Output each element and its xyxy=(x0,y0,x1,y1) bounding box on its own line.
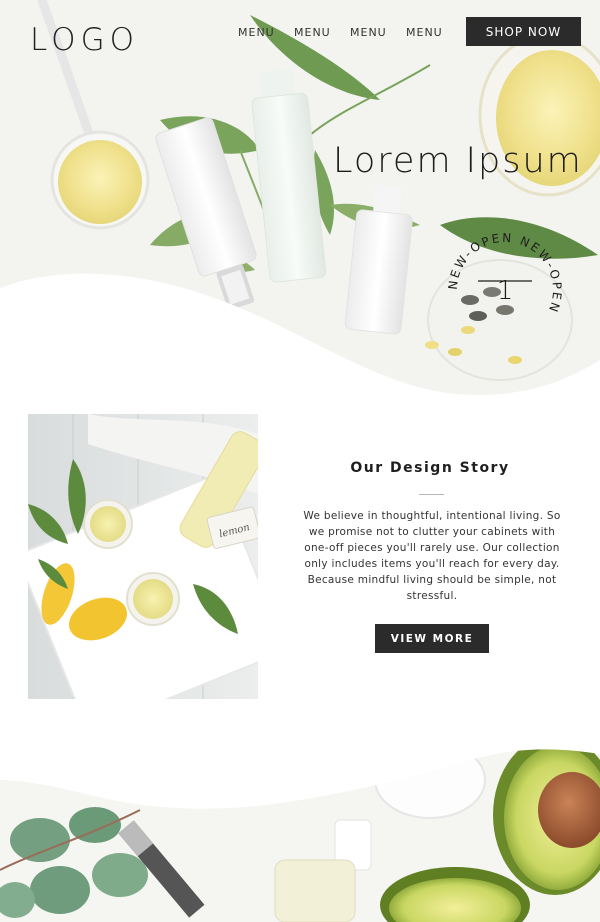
hero-title: Lorem Ipsum xyxy=(333,141,583,181)
nav-item-3[interactable]: MENU xyxy=(350,26,406,39)
hero-section: LOGO MENU MENU MENU MENU SHOP NOW Lorem … xyxy=(0,0,600,400)
story-title: Our Design Story xyxy=(350,460,510,476)
story-photo: lemon xyxy=(28,414,258,699)
main-nav: MENU MENU MENU MENU xyxy=(238,26,462,39)
logo[interactable]: LOGO xyxy=(30,22,139,58)
shop-now-button[interactable]: SHOP NOW xyxy=(466,17,581,46)
footer-photo xyxy=(0,740,600,922)
new-open-badge: NEW-OPEN NEW-OPEN 1 xyxy=(446,231,562,316)
nav-item-4[interactable]: MENU xyxy=(406,26,462,39)
badge-number: 1 xyxy=(497,276,514,306)
nav-item-2[interactable]: MENU xyxy=(294,26,350,39)
story-divider xyxy=(419,494,444,495)
nav-item-1[interactable]: MENU xyxy=(238,26,294,39)
story-body: We believe in thoughtful, intentional li… xyxy=(303,510,561,602)
view-more-button[interactable]: VIEW MORE xyxy=(375,624,489,653)
